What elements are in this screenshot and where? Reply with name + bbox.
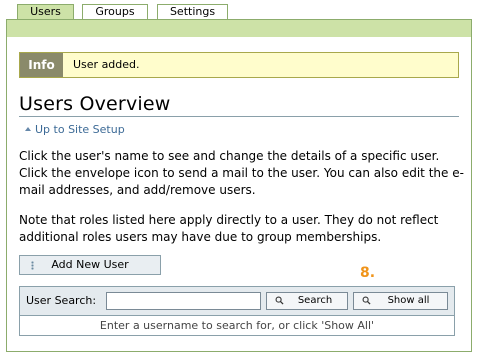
show-all-button[interactable]: Show all (353, 292, 448, 310)
info-label: Info (20, 53, 63, 77)
search-hint: Enter a username to search for, or click… (19, 316, 455, 336)
show-all-button-label: Show all (387, 295, 430, 306)
title-divider (19, 116, 459, 117)
user-search-form: User Search: Search Show all (19, 286, 455, 316)
info-message: Info User added. (19, 52, 459, 78)
page-title: Users Overview (19, 93, 171, 115)
description-paragraph-2: Note that roles listed here apply direct… (19, 213, 439, 244)
step-number: 8. (360, 265, 376, 281)
description-paragraph-1: Click the user's name to see and change … (19, 149, 464, 197)
tab-header-bar (6, 19, 472, 38)
info-text: User added. (73, 58, 140, 71)
tab-users[interactable]: Users (17, 4, 74, 20)
tab-groups[interactable]: Groups (82, 4, 148, 20)
search-button-label: Search (297, 295, 333, 306)
search-button[interactable]: Search (266, 292, 348, 310)
up-link-label[interactable]: Up to Site Setup (35, 123, 125, 136)
add-new-user-button[interactable]: Add New User (19, 255, 161, 275)
user-search-label: User Search: (26, 294, 97, 307)
user-search-input[interactable] (106, 292, 261, 310)
arrow-up-icon (25, 127, 31, 131)
up-to-site-setup-link[interactable]: Up to Site Setup (25, 123, 125, 137)
add-new-user-label: Add New User (51, 258, 129, 271)
tab-settings[interactable]: Settings (157, 4, 228, 20)
grip-icon (31, 261, 34, 270)
